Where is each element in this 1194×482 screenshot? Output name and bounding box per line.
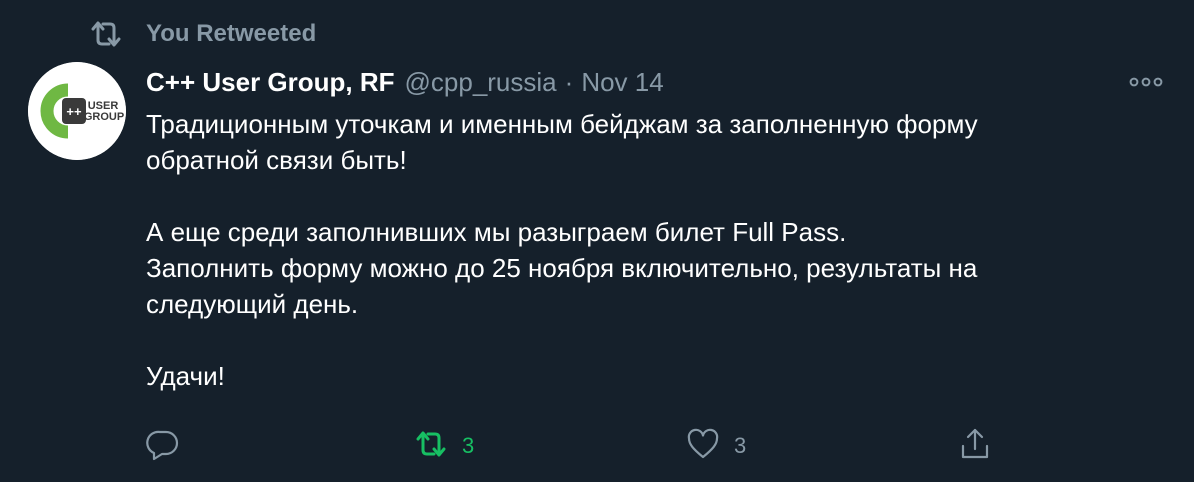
retweet-context: You Retweeted [88,18,316,50]
retweet-count: 3 [462,433,475,458]
like-button[interactable]: 3 [686,426,746,466]
user-group-logo: ++ USER GROUP [28,62,126,160]
logo-line-2: GROUP [84,111,124,123]
tweet-paragraph: Удачи! [146,361,225,391]
avatar[interactable]: ++ USER GROUP [28,62,126,160]
like-count: 3 [734,433,747,458]
tweet-header: C++ User Group, RF @cpp_russia · Nov 14 [146,64,664,100]
more-icon [1129,74,1163,92]
share-icon [958,426,992,467]
retweet-button[interactable]: 3 [414,426,474,466]
header-separator: · [564,66,574,97]
tweet-paragraph: Традиционным уточкам и именным бейджам з… [146,109,978,175]
tweet-text: Традиционным уточкам и именным бейджам з… [146,106,1156,394]
retweet-icon [414,430,448,463]
tweet-actions: 3 3 [146,426,1046,466]
author-name[interactable]: C++ User Group, RF [146,67,395,98]
retweet-context-icon [88,19,124,49]
heart-icon [686,428,720,465]
tweet-date[interactable]: Nov 14 [581,67,663,98]
tweet-paragraph: А еще среди заполнивших мы разыграем бил… [146,217,978,319]
share-button[interactable] [958,426,1006,466]
more-options-button[interactable] [1122,68,1170,98]
author-handle[interactable]: @cpp_russia [405,67,557,98]
tweet-card[interactable]: You Retweeted ++ USER GROUP C++ User Gro… [0,0,1194,482]
reply-icon [146,427,180,466]
reply-button[interactable] [146,426,194,466]
logo-plus: ++ [66,104,82,119]
retweet-context-label: You Retweeted [146,20,317,47]
